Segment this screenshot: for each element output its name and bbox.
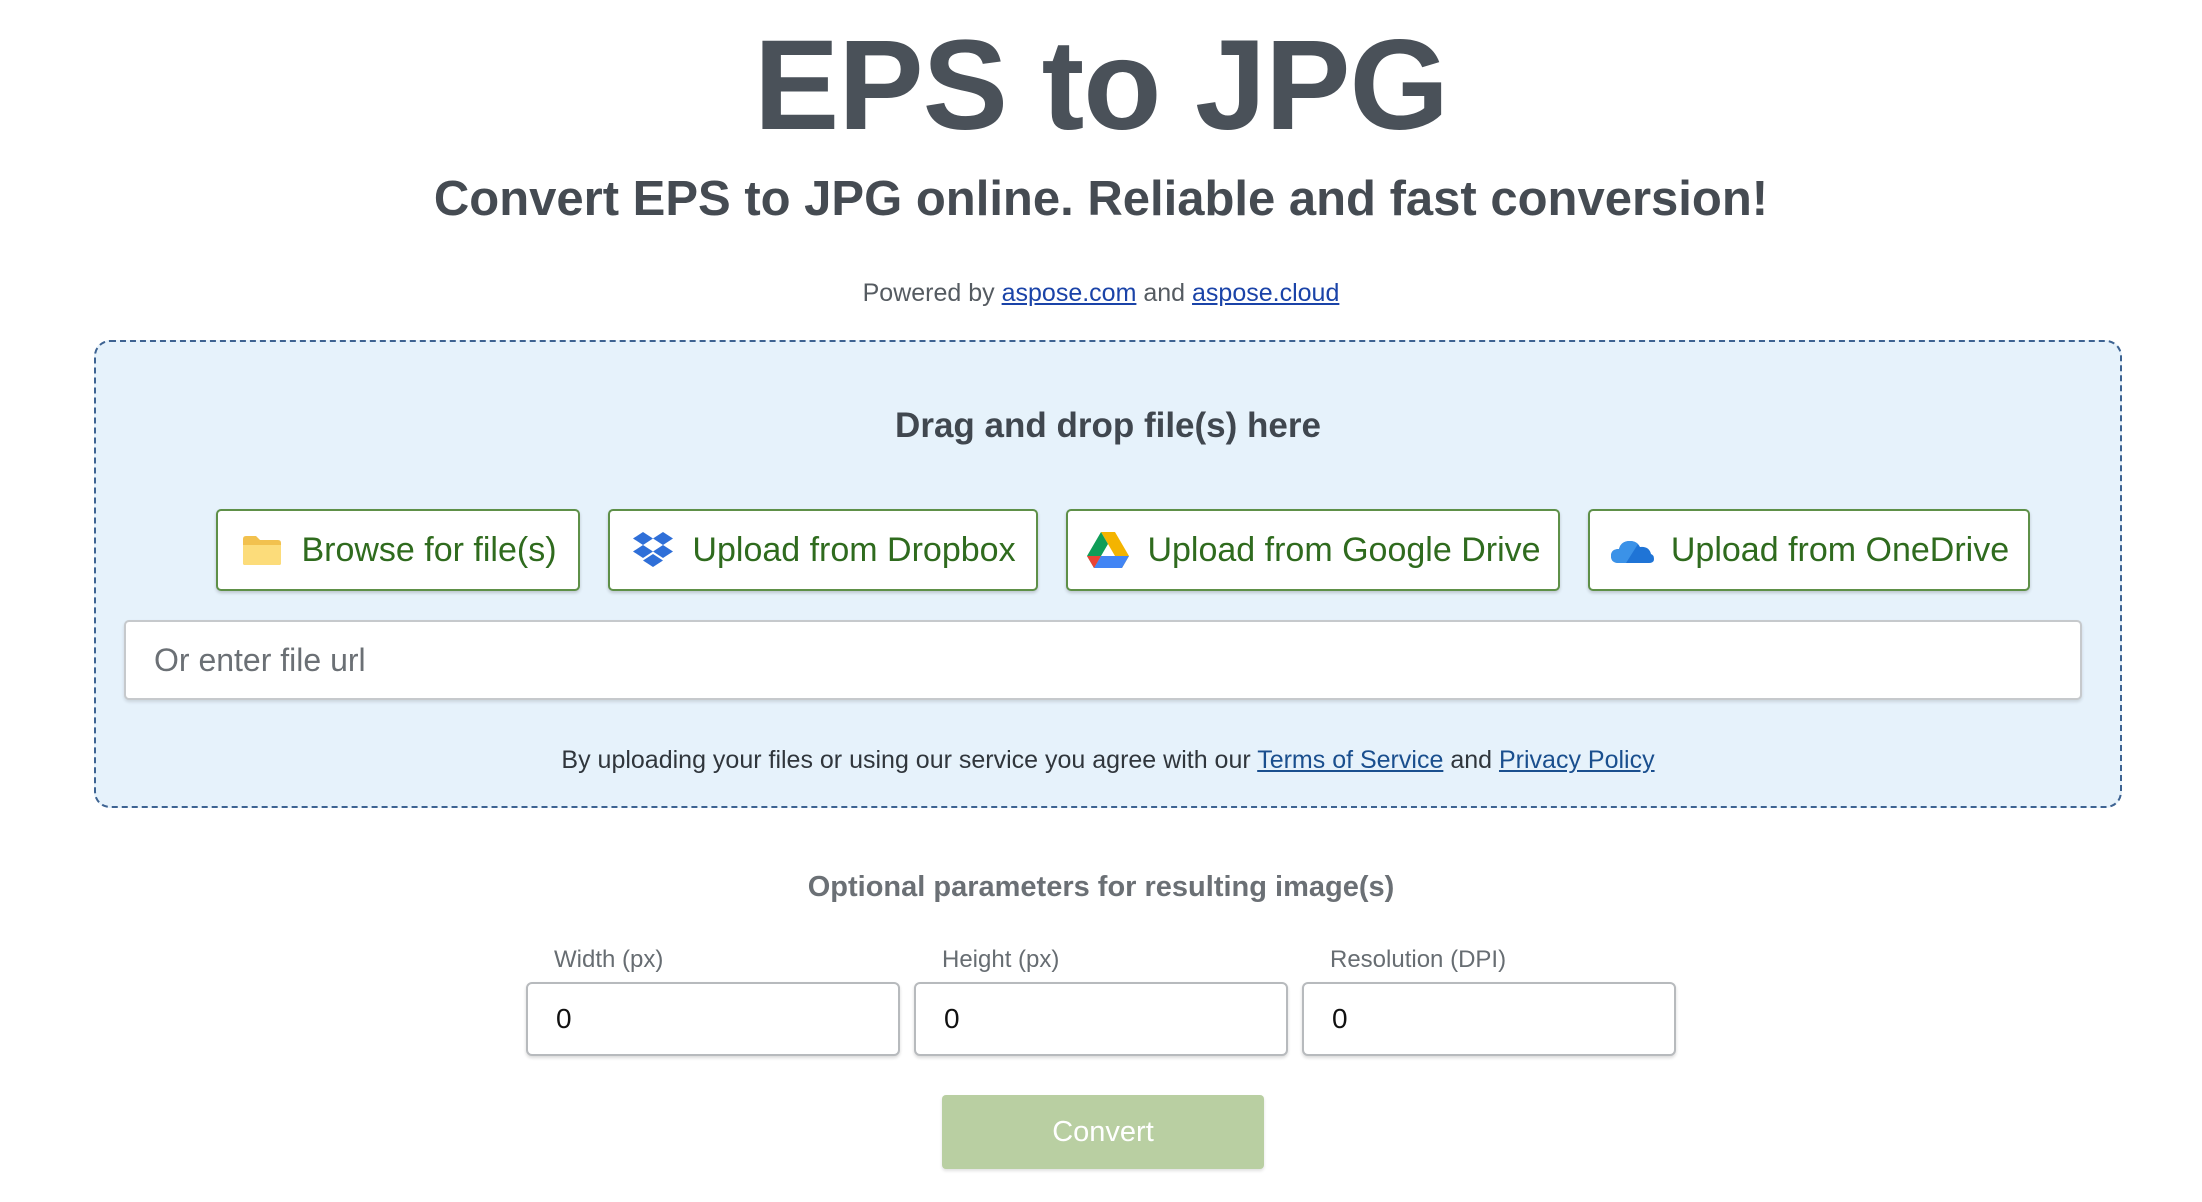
resolution-label: Resolution (DPI) bbox=[1330, 946, 1507, 973]
upload-onedrive-button[interactable]: Upload from OneDrive bbox=[1588, 509, 2030, 591]
terms-notice-and: and bbox=[1450, 746, 1493, 774]
optional-params-title: Optional parameters for resulting image(… bbox=[807, 871, 1395, 903]
upload-google-drive-label: Upload from Google Drive bbox=[1147, 530, 1541, 569]
file-url-input[interactable] bbox=[124, 620, 2082, 700]
terms-of-service-link[interactable]: Terms of Service bbox=[1257, 746, 1443, 774]
width-label: Width (px) bbox=[554, 946, 664, 973]
powered-by: Powered by aspose.com and aspose.cloud bbox=[0, 279, 2202, 308]
powered-by-prefix: Powered by bbox=[862, 279, 995, 307]
page-title: EPS to JPG bbox=[753, 14, 1449, 157]
height-param: Height (px) bbox=[914, 946, 1288, 1056]
folder-icon bbox=[239, 529, 285, 571]
convert-button[interactable]: Convert bbox=[942, 1095, 1264, 1169]
powered-by-and: and bbox=[1143, 279, 1186, 307]
terms-notice-prefix: By uploading your files or using our ser… bbox=[561, 746, 1251, 774]
browse-files-button[interactable]: Browse for file(s) bbox=[216, 509, 580, 591]
dropzone-title: Drag and drop file(s) here bbox=[895, 406, 1321, 445]
upload-dropbox-button[interactable]: Upload from Dropbox bbox=[608, 509, 1038, 591]
width-param: Width (px) bbox=[526, 946, 900, 1056]
onedrive-icon bbox=[1609, 529, 1655, 571]
page: EPS to JPG Convert EPS to JPG online. Re… bbox=[0, 0, 2202, 1202]
height-input[interactable] bbox=[914, 982, 1288, 1056]
file-dropzone[interactable]: Drag and drop file(s) here Browse for fi… bbox=[94, 340, 2122, 808]
terms-notice: By uploading your files or using our ser… bbox=[96, 746, 2120, 775]
upload-google-drive-button[interactable]: Upload from Google Drive bbox=[1066, 509, 1560, 591]
aspose-cloud-link[interactable]: aspose.cloud bbox=[1192, 279, 1339, 307]
page-subtitle: Convert EPS to JPG online. Reliable and … bbox=[433, 172, 1769, 226]
dropbox-icon bbox=[630, 529, 676, 571]
resolution-input[interactable] bbox=[1302, 982, 1676, 1056]
privacy-policy-link[interactable]: Privacy Policy bbox=[1499, 746, 1655, 774]
browse-files-label: Browse for file(s) bbox=[301, 530, 557, 569]
upload-onedrive-label: Upload from OneDrive bbox=[1670, 530, 2010, 569]
aspose-com-link[interactable]: aspose.com bbox=[1002, 279, 1137, 307]
height-label: Height (px) bbox=[942, 946, 1060, 973]
width-input[interactable] bbox=[526, 982, 900, 1056]
google-drive-icon bbox=[1085, 529, 1131, 571]
upload-dropbox-label: Upload from Dropbox bbox=[692, 530, 1016, 569]
resolution-param: Resolution (DPI) bbox=[1302, 946, 1676, 1056]
